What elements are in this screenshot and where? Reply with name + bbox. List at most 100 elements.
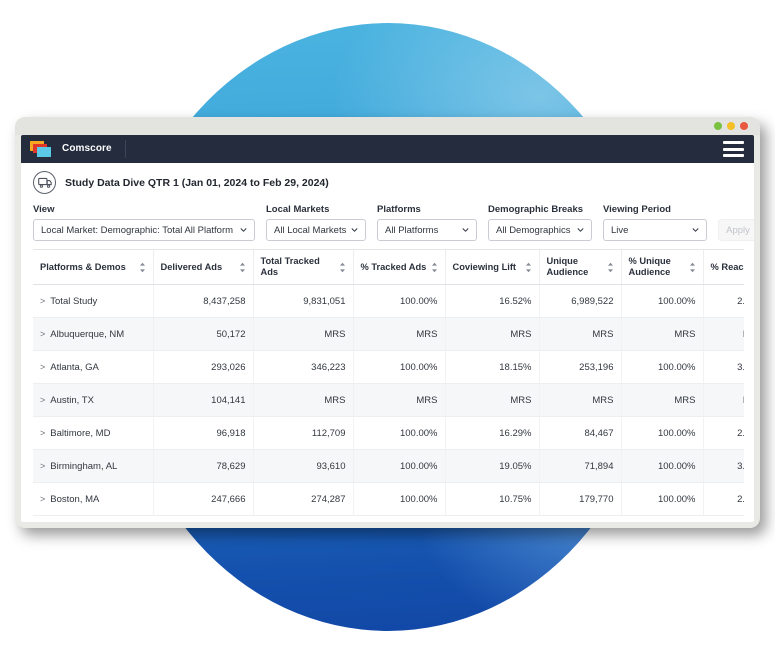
data-table: Platforms & Demos Delivered Ads <box>33 250 744 516</box>
row-name-cell[interactable]: > Birmingham, AL <box>33 450 153 483</box>
table-row[interactable]: >Baltimore, MD96,918112,709100.00%16.29%… <box>33 417 744 450</box>
row-expand-icon[interactable]: > <box>40 362 45 372</box>
row-expand-icon[interactable]: > <box>40 329 45 339</box>
row-name-label: Total Study <box>50 296 97 307</box>
table-row[interactable]: >Austin, TX104,141MRSMRSMRSMRSMRSMRS <box>33 384 744 417</box>
row-expand-icon[interactable]: > <box>40 461 45 471</box>
demographic-breaks-select-value: All Demographics <box>496 225 570 236</box>
row-name-cell[interactable]: > Atlanta, GA <box>33 351 153 384</box>
column-header-pct-tracked-ads[interactable]: % Tracked Ads <box>353 250 445 285</box>
cell-delivered-ads: 247,666 <box>153 483 253 516</box>
cell-pct-tracked-ads: MRS <box>353 384 445 417</box>
filter-group-viewing-period: Viewing Period Live <box>603 204 707 241</box>
cell-pct-reach: 2.94% <box>703 285 744 318</box>
row-expand-icon[interactable]: > <box>40 494 45 504</box>
row-name-label: Atlanta, GA <box>50 362 99 373</box>
row-name-cell[interactable]: > Total Study <box>33 285 153 318</box>
page-root: Comscore Study Data Dive QTR 1 (Jan 01, … <box>0 0 775 654</box>
window-content: Comscore Study Data Dive QTR 1 (Jan 01, … <box>21 135 754 522</box>
table-row[interactable]: >Birmingham, AL78,62993,610100.00%19.05%… <box>33 450 744 483</box>
table-row[interactable]: >Albuquerque, NM50,172MRSMRSMRSMRSMRSMRS <box>33 318 744 351</box>
row-name-cell[interactable]: > Austin, TX <box>33 384 153 417</box>
local-markets-select-value: All Local Markets <box>274 225 346 236</box>
local-markets-select[interactable]: All Local Markets <box>266 219 366 241</box>
row-name-cell[interactable]: >Albuquerque, NM <box>33 318 153 351</box>
column-header-pct-unique-audience[interactable]: % Unique Audience <box>621 250 703 285</box>
table-row[interactable]: >Atlanta, GA293,026346,223100.00%18.15%2… <box>33 351 744 384</box>
study-monitor-icon <box>33 171 56 194</box>
cell-total-tracked-ads: 274,287 <box>253 483 353 516</box>
platforms-select[interactable]: All Platforms <box>377 219 477 241</box>
cell-delivered-ads: 8,437,258 <box>153 285 253 318</box>
window-close-dot[interactable] <box>740 122 748 130</box>
filter-group-demographic-breaks: Demographic Breaks All Demographics <box>488 204 592 241</box>
browser-window: Comscore Study Data Dive QTR 1 (Jan 01, … <box>15 117 760 528</box>
cell-coviewing-lift: 16.52% <box>445 285 539 318</box>
platforms-label: Platforms <box>377 204 477 215</box>
cell-pct-tracked-ads: 100.00% <box>353 417 445 450</box>
row-expand-icon[interactable]: > <box>40 395 45 405</box>
apply-button[interactable]: Apply <box>718 219 754 241</box>
row-expand-icon[interactable]: > <box>40 296 45 306</box>
table-header: Platforms & Demos Delivered Ads <box>33 250 744 285</box>
cell-unique-audience: 71,894 <box>539 450 621 483</box>
column-label: Delivered Ads <box>161 262 223 273</box>
view-label: View <box>33 204 255 215</box>
column-label: Coviewing Lift <box>453 262 517 273</box>
cell-unique-audience: 253,196 <box>539 351 621 384</box>
sort-icon <box>525 262 532 273</box>
platforms-select-value: All Platforms <box>385 225 438 236</box>
table-body: >Total Study8,437,2589,831,051100.00%16.… <box>33 285 744 516</box>
hamburger-menu-icon[interactable] <box>723 141 744 157</box>
cell-pct-tracked-ads: 100.00% <box>353 285 445 318</box>
cell-total-tracked-ads: MRS <box>253 318 353 351</box>
cell-total-tracked-ads: 346,223 <box>253 351 353 384</box>
cell-pct-reach: MRS <box>703 318 744 351</box>
cell-pct-unique-audience: 100.00% <box>621 285 703 318</box>
cell-total-tracked-ads: 9,831,051 <box>253 285 353 318</box>
row-expand-icon[interactable]: > <box>40 428 45 438</box>
column-header-coviewing-lift[interactable]: Coviewing Lift <box>445 250 539 285</box>
row-name-cell[interactable]: >Boston, MA <box>33 483 153 516</box>
demographic-breaks-select[interactable]: All Demographics <box>488 219 592 241</box>
cell-pct-reach: MRS <box>703 384 744 417</box>
viewing-period-select[interactable]: Live <box>603 219 707 241</box>
local-markets-label: Local Markets <box>266 204 366 215</box>
column-label: Total Tracked Ads <box>261 256 335 278</box>
filter-group-local-markets: Local Markets All Local Markets <box>266 204 366 241</box>
window-minimize-dot[interactable] <box>714 122 722 130</box>
cell-delivered-ads: 96,918 <box>153 417 253 450</box>
row-name-label: Baltimore, MD <box>50 428 110 439</box>
cell-unique-audience: MRS <box>539 384 621 417</box>
cell-delivered-ads: 104,141 <box>153 384 253 417</box>
cell-coviewing-lift: 16.29% <box>445 417 539 450</box>
chevron-down-icon <box>692 228 699 232</box>
column-header-platforms-demos[interactable]: Platforms & Demos <box>33 250 153 285</box>
cell-coviewing-lift: 19.05% <box>445 450 539 483</box>
row-name-label: Austin, TX <box>50 395 94 406</box>
view-select[interactable]: Local Market: Demographic: Total All Pla… <box>33 219 255 241</box>
column-header-total-tracked-ads[interactable]: Total Tracked Ads <box>253 250 353 285</box>
sort-icon <box>689 262 696 273</box>
window-titlebar <box>15 117 760 135</box>
cell-coviewing-lift: 18.15% <box>445 351 539 384</box>
row-name-label: Birmingham, AL <box>50 461 117 472</box>
cell-pct-reach: 2.67% <box>703 483 744 516</box>
cell-unique-audience: MRS <box>539 318 621 351</box>
column-header-pct-reach[interactable]: % Reach <box>703 250 744 285</box>
chevron-down-icon <box>577 228 584 232</box>
cell-delivered-ads: 78,629 <box>153 450 253 483</box>
cell-unique-audience: 179,770 <box>539 483 621 516</box>
table-row[interactable]: >Total Study8,437,2589,831,051100.00%16.… <box>33 285 744 318</box>
row-name-cell[interactable]: > Baltimore, MD <box>33 417 153 450</box>
sort-icon <box>139 262 146 273</box>
demographic-breaks-label: Demographic Breaks <box>488 204 592 215</box>
sort-icon <box>239 262 246 273</box>
table-row[interactable]: >Boston, MA247,666274,287100.00%10.75%17… <box>33 483 744 516</box>
chevron-down-icon <box>462 228 469 232</box>
column-header-delivered-ads[interactable]: Delivered Ads <box>153 250 253 285</box>
table-header-row: Platforms & Demos Delivered Ads <box>33 250 744 285</box>
column-header-unique-audience[interactable]: Unique Audience <box>539 250 621 285</box>
window-maximize-dot[interactable] <box>727 122 735 130</box>
study-title: Study Data Dive QTR 1 (Jan 01, 2024 to F… <box>65 177 329 189</box>
